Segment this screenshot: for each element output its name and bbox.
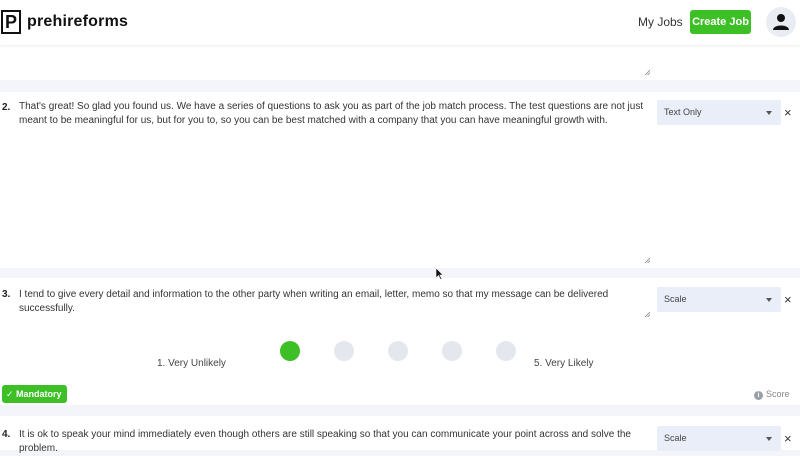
- scale-option-3[interactable]: [388, 341, 408, 361]
- info-icon: i: [754, 391, 763, 400]
- question-type-select[interactable]: Text Only: [657, 100, 781, 125]
- person-icon: [773, 14, 789, 30]
- question-type-select[interactable]: Scale: [657, 287, 781, 312]
- question-panel-4: 4. It is ok to speak your mind immediate…: [0, 416, 800, 454]
- scale-option-1[interactable]: [280, 341, 300, 361]
- question-panel-3: 3. I tend to give every detail and infor…: [0, 278, 800, 405]
- mouse-cursor-icon: [436, 268, 444, 280]
- question-type-value: Text Only: [664, 107, 702, 117]
- question-type-value: Scale: [664, 294, 687, 304]
- question-panel-1: [0, 45, 800, 80]
- logo-mark[interactable]: P: [1, 10, 21, 34]
- question-type-select[interactable]: Scale: [657, 426, 781, 451]
- scale-option-5[interactable]: [496, 341, 516, 361]
- caret-down-icon: [766, 437, 772, 441]
- score-label: Score: [766, 389, 790, 399]
- mandatory-toggle[interactable]: ✓ Mandatory: [2, 385, 67, 403]
- avatar[interactable]: [766, 7, 796, 37]
- close-icon[interactable]: ×: [784, 432, 792, 445]
- scale-option-4[interactable]: [442, 341, 462, 361]
- textarea-resize-handle[interactable]: [644, 257, 650, 263]
- textarea-resize-handle[interactable]: [644, 69, 650, 75]
- caret-down-icon: [766, 298, 772, 302]
- logo-letter: P: [5, 12, 18, 32]
- question-number: 4.: [2, 429, 11, 440]
- question-text-input[interactable]: I tend to give every detail and informat…: [19, 288, 649, 316]
- question-number: 2.: [2, 102, 11, 113]
- nav-my-jobs-link[interactable]: My Jobs: [638, 15, 683, 29]
- textarea-resize-handle[interactable]: [644, 311, 650, 317]
- scale-option-2[interactable]: [334, 341, 354, 361]
- close-icon[interactable]: ×: [784, 106, 792, 119]
- create-job-button[interactable]: Create Job: [690, 10, 751, 34]
- logo-text[interactable]: prehireforms: [27, 13, 128, 31]
- question-type-value: Scale: [664, 433, 687, 443]
- question-text-input[interactable]: That's great! So glad you found us. We h…: [19, 100, 649, 128]
- question-text-input[interactable]: It is ok to speak your mind immediately …: [19, 428, 649, 456]
- close-icon[interactable]: ×: [784, 293, 792, 306]
- score-toggle[interactable]: i Score: [754, 389, 790, 400]
- scale-max-label: 5. Very Likely: [534, 358, 594, 369]
- question-panel-2: 2. That's great! So glad you found us. W…: [0, 92, 800, 268]
- scale-min-label: 1. Very Unlikely: [157, 358, 226, 369]
- top-navbar: P prehireforms My Jobs Create Job: [0, 0, 800, 45]
- question-number: 3.: [2, 289, 11, 300]
- caret-down-icon: [766, 111, 772, 115]
